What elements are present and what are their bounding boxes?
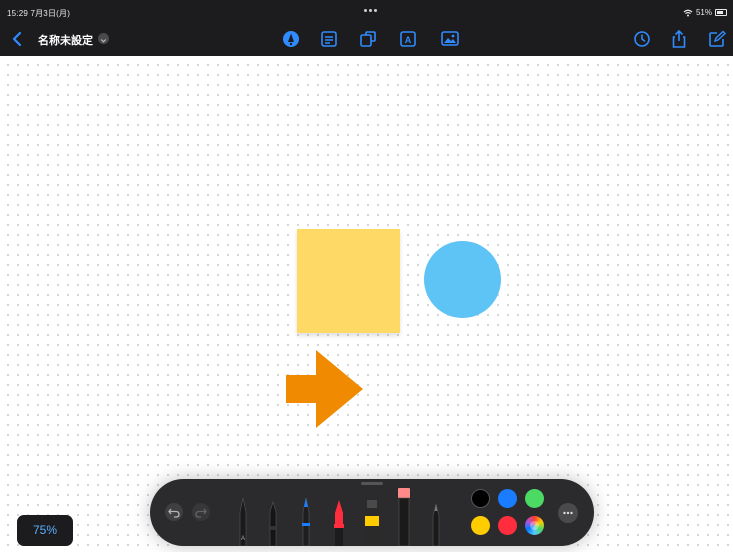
- pencil-tool[interactable]: [429, 502, 443, 546]
- sticky-note[interactable]: [297, 229, 400, 333]
- document-title[interactable]: 名称未設定: [38, 32, 93, 48]
- multitasking-dots-icon[interactable]: [364, 9, 382, 15]
- color-swatch-red[interactable]: [498, 516, 517, 535]
- media-icon[interactable]: [440, 30, 460, 48]
- pen-tool[interactable]: A: [235, 496, 251, 546]
- crayon-tool[interactable]: [330, 498, 348, 546]
- circle-shape[interactable]: [424, 241, 501, 318]
- new-board-icon[interactable]: [707, 30, 727, 48]
- freeform-app: 15:29 7月3日(月) 51% 名称未設定 A A 75%: [0, 0, 733, 552]
- battery-percent: 51%: [695, 8, 712, 17]
- board-canvas[interactable]: [0, 56, 733, 552]
- fountain-pen-tool[interactable]: [298, 496, 314, 546]
- status-right: 51%: [683, 8, 727, 17]
- wifi-icon: [683, 9, 693, 16]
- marker-tool[interactable]: [265, 500, 281, 546]
- color-swatch-blue[interactable]: [498, 489, 517, 508]
- redo-button[interactable]: [192, 503, 210, 521]
- zoom-level-button[interactable]: 75%: [17, 515, 73, 546]
- arrow-shape[interactable]: [286, 350, 363, 428]
- color-swatch-black[interactable]: [471, 489, 490, 508]
- svg-text:A: A: [405, 35, 412, 45]
- text-box-icon[interactable]: [319, 30, 339, 48]
- history-icon[interactable]: [632, 30, 652, 48]
- battery-icon: [715, 9, 727, 16]
- palette-grabber[interactable]: [361, 482, 383, 485]
- pen-tool-icon[interactable]: [281, 30, 301, 48]
- undo-button[interactable]: [165, 503, 183, 521]
- drawing-palette: A: [150, 479, 594, 546]
- shapes-icon[interactable]: [358, 30, 378, 48]
- color-wheel-icon[interactable]: [525, 516, 544, 535]
- top-bar: 15:29 7月3日(月) 51% 名称未設定 A: [0, 0, 733, 56]
- more-options-button[interactable]: [558, 503, 578, 523]
- color-swatch-yellow[interactable]: [471, 516, 490, 535]
- color-swatch-green[interactable]: [525, 489, 544, 508]
- back-chevron-icon[interactable]: [10, 30, 24, 48]
- status-time: 15:29 7月3日(月): [7, 9, 71, 18]
- share-icon[interactable]: [669, 29, 689, 48]
- svg-text:A: A: [241, 536, 245, 542]
- highlighter-tool[interactable]: [362, 500, 382, 546]
- text-icon[interactable]: A: [398, 30, 418, 48]
- title-menu-chevron-icon[interactable]: [98, 33, 109, 44]
- eraser-tool[interactable]: [396, 488, 412, 546]
